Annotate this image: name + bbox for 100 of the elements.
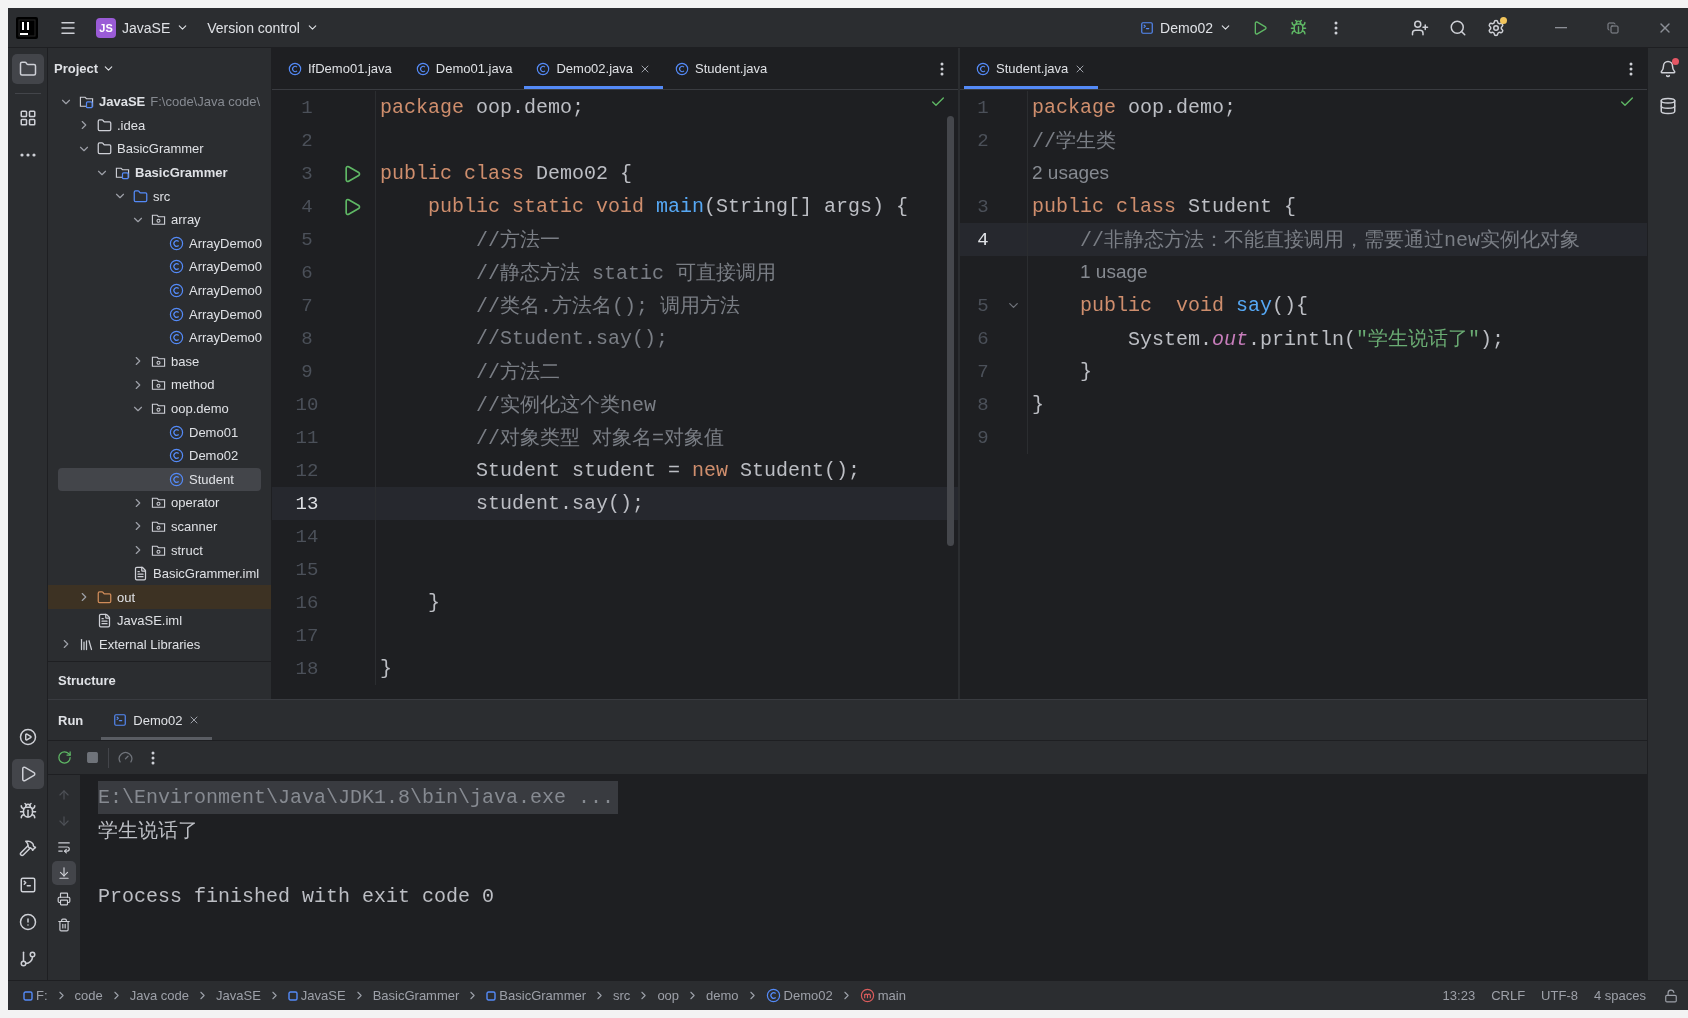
more-icon [1334,20,1338,35]
notification-dot [1672,58,1679,65]
scrollbar[interactable] [947,116,954,546]
editor-tab[interactable]: Demo02.java [524,48,664,89]
tree-item[interactable]: ArrayDemo0 [48,302,271,326]
usages-hint[interactable]: 2 usages [1028,162,1110,185]
class-icon [765,988,781,1003]
breadcrumb[interactable]: BasicGrammer [369,988,463,1003]
breadcrumb[interactable]: Demo02 [762,988,836,1003]
tree-item[interactable]: ArrayDemo0 [48,231,271,256]
tree-item[interactable]: operator [48,491,271,515]
package-icon [151,495,166,511]
breadcrumb[interactable]: BasicGrammer [483,988,590,1003]
editor-tab[interactable]: Demo01.java [403,48,525,89]
tree-item-label: BasicGrammer [117,141,204,157]
module-icon [287,990,298,1001]
lock-icon[interactable] [1664,988,1678,1003]
package-icon [151,519,166,534]
terminal-icon [18,876,37,894]
tree-item[interactable]: ArrayDemo0 [48,255,271,279]
tree-item[interactable]: ArrayDemo0 [48,278,271,303]
project-folder-icon [18,60,37,78]
project-selector[interactable]: JS JavaSE [90,12,196,43]
tree-item[interactable]: Demo01 [48,420,271,444]
run-icon[interactable] [342,196,362,217]
code-line: //非静态方法：不能直接调用，需要通过new实例化对象 [1079,228,1581,253]
tree-item[interactable]: ArrayDemo0 [48,325,271,350]
stop-icon [85,751,99,764]
window-icon [1140,20,1155,35]
status-item[interactable]: 13:23 [1434,988,1484,1003]
rerun-icon [56,750,72,765]
breadcrumb[interactable]: src [610,988,634,1003]
tree-item[interactable]: External Libraries [48,632,271,657]
tree-item[interactable]: BasicGrammer.iml [48,561,271,586]
more-icon [940,61,944,76]
tree-item-label: Student [189,471,234,487]
tree-item[interactable]: base [48,349,271,374]
tree-item-label: ArrayDemo0 [189,283,262,299]
breadcrumb[interactable]: JavaSE [284,988,349,1003]
tree-item[interactable]: Student [58,467,261,492]
breadcrumb[interactable]: code [71,988,106,1003]
tree-item[interactable]: method [48,373,271,397]
breadcrumb[interactable]: oop [654,988,683,1003]
tree-item[interactable]: array [48,207,271,232]
code-line: //方法一 [475,228,561,253]
tree-item-label: JavaSE.iml [117,613,183,629]
folder-icon [133,188,148,204]
project-panel-title[interactable]: Project [54,60,116,76]
problems-icon [18,913,37,931]
tree-item-label: scanner [171,519,218,534]
tree-item[interactable]: BasicGrammer [48,160,271,185]
tree-item-label: ArrayDemo0 [189,306,262,322]
tree-item[interactable]: oop.demo [48,396,271,421]
code-line: //方法二 [475,360,561,385]
scroll-to-end-icon [57,866,71,880]
tree-item[interactable]: JavaSE.iml [48,609,271,633]
tree-item[interactable]: out [48,585,271,610]
tree-item[interactable]: Demo02 [48,443,271,468]
structure-icon [18,109,37,127]
structure-panel-title[interactable]: Structure [48,661,271,699]
project-folder-button[interactable] [11,54,44,84]
editor-tab[interactable]: Student.java [964,48,1099,89]
breadcrumb[interactable]: JavaSE [213,988,264,1003]
tree-item-label: BasicGrammer [135,165,228,181]
tree-item-label: method [171,377,215,393]
class-icon [288,61,302,76]
run-panel-title: Run [58,712,84,728]
tree-item[interactable]: BasicGrammer [48,137,271,161]
editor-tab[interactable]: Student.java [663,48,780,89]
tree-item-label: operator [171,495,220,511]
down-arrow-icon [57,814,71,828]
breadcrumb[interactable]: Java code [126,988,193,1003]
code-line: } [1079,360,1092,383]
scroll-to-end-button[interactable] [52,861,76,885]
run-button[interactable] [11,759,44,789]
status-item[interactable]: UTF-8 [1533,988,1586,1003]
tree-item-label: struct [171,542,203,558]
vcs-menu[interactable]: Version control [201,12,325,43]
tree-item[interactable]: scanner [48,514,271,539]
breadcrumb[interactable]: F: [20,988,51,1003]
run-icon[interactable] [342,163,362,184]
breadcrumb[interactable]: main [856,988,909,1003]
usages-hint[interactable]: 1 usage [1028,261,1148,284]
tree-item[interactable]: struct [48,538,271,562]
database-icon [1659,97,1677,115]
tree-item[interactable]: .idea [48,113,271,138]
console-command: E:\Environment\Java\JDK1.8\bin\java.exe ... [98,781,619,814]
tree-item-label: Demo01 [189,424,239,440]
breadcrumb[interactable]: demo [703,988,742,1003]
status-item[interactable]: 4 spaces [1585,988,1654,1003]
run-config-selector[interactable]: Demo02 [1134,12,1238,43]
editor-tab[interactable]: IfDemo01.java [276,48,404,89]
tree-item-label: BasicGrammer.iml [153,566,260,582]
more-icon [19,153,36,157]
tree-item[interactable]: JavaSE F:\code\Java code\ [48,90,271,114]
code-line: //学生类 [1031,129,1116,154]
status-item[interactable]: CRLF [1483,988,1534,1003]
gauge-icon [117,750,133,765]
tree-item[interactable]: src [48,184,271,208]
app-logo-icon[interactable] [16,16,38,39]
